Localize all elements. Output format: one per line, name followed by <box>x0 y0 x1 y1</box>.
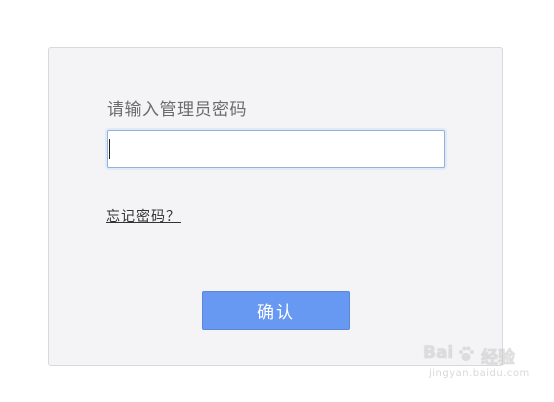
watermark-brand: Bai <box>423 343 454 363</box>
login-panel: 请输入管理员密码 忘记密码？ 确认 <box>48 47 503 366</box>
baidu-jingyan-watermark: Bai 经验 jingyan.baidu.com <box>423 343 529 393</box>
text-caret <box>109 139 110 159</box>
watermark-suffix: 经验 <box>481 348 515 368</box>
admin-password-input[interactable] <box>107 130 445 168</box>
password-prompt-label: 请输入管理员密码 <box>107 100 247 120</box>
watermark-url: jingyan.baidu.com <box>429 368 530 379</box>
forgot-password-link[interactable]: 忘记密码？ <box>106 206 181 226</box>
confirm-button[interactable]: 确认 <box>202 291 350 330</box>
page: 请输入管理员密码 忘记密码？ 确认 Bai 经验 jingyan.baidu.c… <box>0 0 554 402</box>
paw-icon <box>459 346 474 361</box>
